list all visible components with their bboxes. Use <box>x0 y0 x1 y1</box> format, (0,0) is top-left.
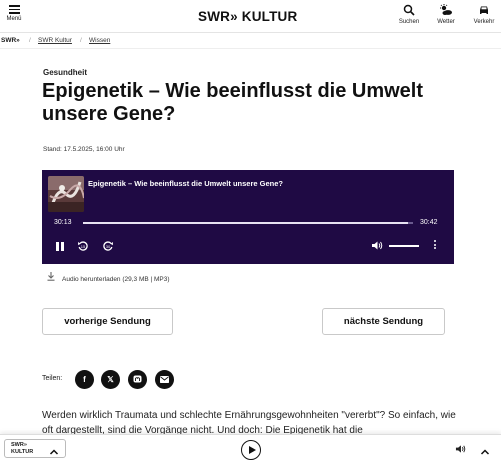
forward-button[interactable]: 30 <box>102 240 114 256</box>
next-episode-button[interactable]: nächste Sendung <box>322 308 445 335</box>
pause-button[interactable] <box>56 242 64 251</box>
breadcrumb-swr-kultur[interactable]: SWR Kultur <box>38 37 72 44</box>
traffic-button[interactable]: Verkehr <box>469 4 499 25</box>
search-icon <box>394 4 424 17</box>
mastodon-icon <box>133 375 142 386</box>
volume-icon <box>455 445 466 456</box>
search-button[interactable]: Suchen <box>394 4 424 25</box>
audio-player: Epigenetik – Wie beeinflusst die Umwelt … <box>42 170 454 264</box>
rewind-icon: 15 <box>77 241 89 255</box>
share-x-button[interactable]: 𝕏 <box>101 370 120 389</box>
audio-download-link[interactable]: Audio herunterladen (29,3 MB | MP3) <box>47 272 170 283</box>
player-title: Epigenetik – Wie beeinflusst die Umwelt … <box>88 179 283 188</box>
progress-fill <box>83 222 408 224</box>
volume-button[interactable] <box>371 240 383 255</box>
pause-icon <box>56 242 59 251</box>
previous-episode-button[interactable]: vorherige Sendung <box>42 308 173 335</box>
play-icon <box>249 445 256 454</box>
download-label: Audio herunterladen (29,3 MB | MP3) <box>62 276 170 283</box>
breadcrumb-separator: / <box>29 37 31 44</box>
total-time: 30:42 <box>420 219 438 226</box>
mail-icon <box>160 376 169 385</box>
expand-player-button[interactable] <box>480 444 490 455</box>
page-title: Epigenetik – Wie beeinflusst die Umwelt … <box>42 80 424 125</box>
weather-button[interactable]: Wetter <box>431 4 461 25</box>
chevron-up-icon <box>480 444 490 460</box>
more-options-button[interactable] <box>434 240 437 251</box>
article-kicker: Gesundheit <box>43 68 88 77</box>
menu-label: Menü <box>6 16 22 22</box>
share-label: Teilen: <box>42 375 63 382</box>
search-label: Suchen <box>398 19 420 25</box>
progress-slider[interactable] <box>83 222 413 224</box>
publish-date: Stand: 17.5.2025, 16:00 Uhr <box>43 146 125 153</box>
play-button[interactable] <box>241 440 261 460</box>
weather-label: Wetter <box>437 19 455 25</box>
site-header: Menü SWR» KULTUR Suchen Wetter Verkehr <box>0 0 501 33</box>
share-mastodon-button[interactable] <box>128 370 147 389</box>
bottom-player-bar: SWR» KULTUR <box>0 434 501 460</box>
share-email-button[interactable] <box>155 370 174 389</box>
episode-thumbnail <box>48 176 84 212</box>
breadcrumb: SWR» / SWR Kultur / Wissen <box>0 34 501 49</box>
station-selector[interactable]: SWR» KULTUR <box>4 439 66 458</box>
weather-icon <box>431 4 461 17</box>
traffic-label: Verkehr <box>473 19 495 25</box>
download-icon <box>47 272 57 283</box>
chevron-up-icon <box>49 444 59 455</box>
swr-kultur-logo[interactable]: SWR» KULTUR <box>198 9 297 24</box>
more-icon <box>434 240 436 242</box>
current-time: 30:13 <box>54 219 72 226</box>
svg-text:15: 15 <box>81 244 86 249</box>
share-facebook-button[interactable]: f <box>75 370 94 389</box>
x-icon: 𝕏 <box>107 375 114 384</box>
volume-icon <box>371 241 383 254</box>
breadcrumb-wissen[interactable]: Wissen <box>89 37 110 44</box>
menu-icon <box>8 5 20 14</box>
breadcrumb-home[interactable]: SWR» <box>1 37 20 44</box>
breadcrumb-separator: / <box>80 37 82 44</box>
menu-button[interactable]: Menü <box>2 5 26 22</box>
rewind-button[interactable]: 15 <box>77 240 89 256</box>
volume-slider[interactable] <box>389 245 419 247</box>
svg-text:30: 30 <box>106 244 111 249</box>
bottom-volume-button[interactable] <box>455 444 466 456</box>
station-logo: SWR» KULTUR <box>11 442 34 455</box>
facebook-icon: f <box>83 375 86 384</box>
forward-icon: 30 <box>102 241 114 255</box>
car-icon <box>469 4 499 17</box>
